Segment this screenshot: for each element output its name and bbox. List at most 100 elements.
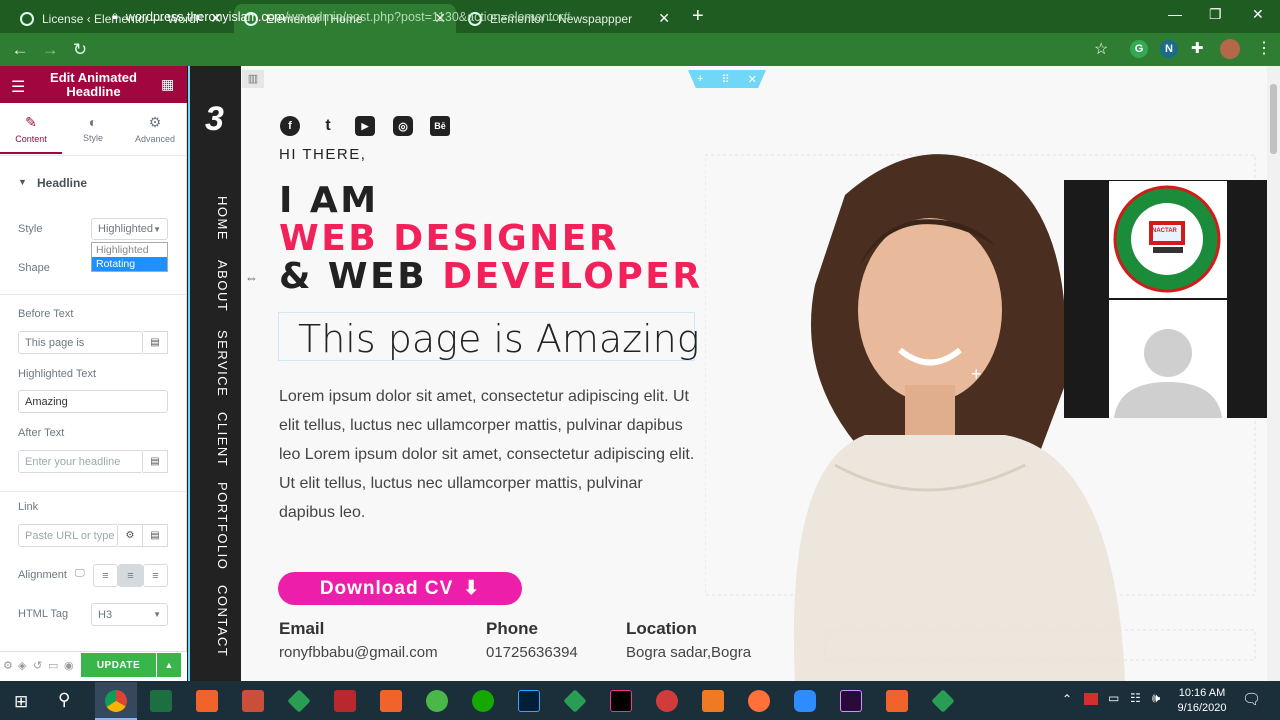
close-window-button[interactable]: ✕ (1252, 6, 1264, 23)
section-headline-title[interactable]: Headline (37, 176, 87, 190)
site-logo[interactable]: 3 (205, 100, 235, 142)
dynamic-tags-icon[interactable]: ▤ (143, 524, 168, 547)
clock-date: 9/16/2020 (1177, 702, 1227, 714)
system-clock[interactable]: 10:16 AM 9/16/2020 (1172, 686, 1232, 716)
drag-icon[interactable]: ⠿ (722, 73, 730, 86)
volume-icon[interactable]: 🕪︎ (1152, 690, 1160, 706)
highlighted-text-label: Highlighted Text (18, 368, 97, 380)
url-field[interactable]: 🔒︎ wordpress.theronyislam.com /wp-admin/… (112, 4, 1112, 29)
align-left-button[interactable]: ≡ (93, 564, 118, 587)
settings-gear-icon[interactable]: ⚙ (3, 659, 13, 672)
youtube-icon[interactable]: ▶ (355, 116, 375, 136)
utorrent-icon[interactable] (426, 690, 448, 712)
maximize-button[interactable]: ❐ (1209, 6, 1222, 23)
grammarly-extension-icon[interactable]: G (1130, 40, 1148, 58)
dynamic-tags-icon[interactable]: ▤ (143, 450, 168, 473)
network-icon[interactable]: ☷ (1130, 691, 1141, 705)
style-select[interactable]: Highlighted ▼ (91, 218, 168, 240)
puzzle-extensions-icon[interactable]: ✚ (1191, 39, 1204, 57)
add-icon[interactable]: + (697, 73, 703, 85)
download-cv-button[interactable]: Download CV ⬇ (278, 572, 522, 605)
nav-client[interactable]: CLIENT (215, 412, 230, 467)
panel-title: Edit Animated Headline (50, 70, 137, 99)
xampp-icon[interactable] (196, 690, 218, 712)
history-icon[interactable]: ↺ (33, 659, 42, 672)
shape-label: Shape (18, 262, 50, 274)
star-icon[interactable]: ☆ (1094, 39, 1108, 59)
nav-contact[interactable]: CONTACT (215, 585, 230, 657)
update-options-caret-icon[interactable]: ▲ (157, 653, 181, 677)
scrollbar-thumb[interactable] (1270, 84, 1277, 154)
dropdown-option-rotating[interactable]: Rotating (92, 257, 167, 271)
section-handle-icon[interactable]: ▥ (242, 70, 264, 88)
app-icon-photo[interactable] (242, 690, 264, 712)
caret-down-icon[interactable]: ▼ (18, 177, 27, 187)
minimize-button[interactable]: — (1168, 6, 1182, 22)
premiere-icon[interactable] (840, 690, 862, 712)
nav-home[interactable]: HOME (215, 196, 230, 241)
tab-content[interactable]: ✎ Content (0, 114, 62, 154)
tray-chevron-up-icon[interactable]: ⌃ (1062, 692, 1072, 706)
tab-label: Advanced (134, 134, 176, 144)
profile-avatar[interactable] (1220, 39, 1240, 59)
search-icon[interactable]: ⚲ (58, 690, 70, 710)
tray-app-icon[interactable] (1084, 693, 1098, 705)
tray-icon[interactable]: ▭ (1108, 691, 1119, 705)
navigator-layers-icon[interactable]: ◈ (18, 659, 26, 672)
dynamic-tags-icon[interactable]: ▤ (143, 331, 168, 354)
notifications-icon[interactable]: 🗨︎ (1242, 690, 1261, 708)
hamburger-menu-icon[interactable]: ☰ (11, 77, 25, 97)
filezilla-icon[interactable] (334, 690, 356, 712)
twitter-icon[interactable]: t (318, 116, 338, 136)
preview-eye-icon[interactable]: ◉ (64, 659, 74, 672)
divider (0, 491, 187, 492)
tab-advanced[interactable]: ⚙ Advanced (124, 114, 186, 144)
gear-icon: ⚙ (148, 114, 162, 130)
xampp-icon[interactable] (380, 690, 402, 712)
responsive-mode-icon[interactable]: ▭ (48, 659, 58, 672)
excel-icon[interactable] (150, 690, 172, 712)
before-text-input[interactable]: This page is (18, 331, 143, 354)
dropdown-option-highlighted[interactable]: Highlighted (92, 243, 167, 257)
instagram-icon[interactable]: ◎ (393, 116, 413, 136)
zoom-icon[interactable] (794, 690, 816, 712)
photoshop-icon[interactable] (518, 690, 540, 712)
link-options-gear-icon[interactable]: ⚙ (118, 524, 143, 547)
reload-icon[interactable]: ↻ (65, 40, 95, 60)
close-icon[interactable]: ✕ (748, 73, 757, 86)
html-tag-select[interactable]: H3 ▼ (91, 603, 168, 626)
phpstorm-icon[interactable] (610, 690, 632, 712)
page-scrollbar[interactable] (1267, 66, 1280, 681)
nav-portfolio[interactable]: PORTFOLIO (215, 482, 230, 570)
more-menu-icon[interactable]: ⋮ (1256, 38, 1272, 58)
xampp-icon[interactable] (886, 690, 908, 712)
nav-service[interactable]: SERVICE (215, 330, 230, 397)
add-element-icon[interactable]: + (971, 364, 982, 385)
headline-line-3-a: & WEB (279, 256, 443, 297)
section-edit-handle[interactable]: + ⠿ ✕ (688, 70, 766, 88)
link-input[interactable]: Paste URL or type (18, 524, 118, 547)
forward-icon[interactable]: → (35, 40, 65, 60)
highlighted-text-input[interactable]: Amazing (18, 390, 168, 413)
align-right-button[interactable]: ≡ (143, 564, 168, 587)
app-icon-red[interactable] (656, 690, 678, 712)
tab-style[interactable]: ◐ Style (62, 114, 124, 143)
extension-n-icon[interactable]: N (1160, 40, 1178, 58)
back-icon[interactable]: ← (5, 40, 35, 60)
tab-label: Style (82, 133, 103, 143)
windows-start-icon[interactable]: ⊞ (14, 692, 28, 712)
after-text-input[interactable]: Enter your headline (18, 450, 143, 473)
widgets-grid-icon[interactable]: ▦ (161, 76, 174, 93)
nav-about[interactable]: ABOUT (215, 260, 230, 312)
behance-icon[interactable]: Bē (430, 116, 450, 136)
pencil-icon: ✎ (25, 114, 37, 130)
facebook-icon[interactable]: f (280, 116, 300, 136)
upwork-icon[interactable] (472, 690, 494, 712)
lock-icon: 🔒︎ (112, 10, 118, 22)
align-center-button[interactable]: ≡ (118, 564, 143, 587)
app-icon-orange[interactable] (702, 690, 724, 712)
firefox-icon[interactable] (748, 690, 770, 712)
update-button[interactable]: UPDATE (81, 653, 156, 677)
responsive-desktop-icon[interactable]: 🖵︎ (75, 568, 85, 579)
seal-logo-icon (1113, 185, 1221, 293)
